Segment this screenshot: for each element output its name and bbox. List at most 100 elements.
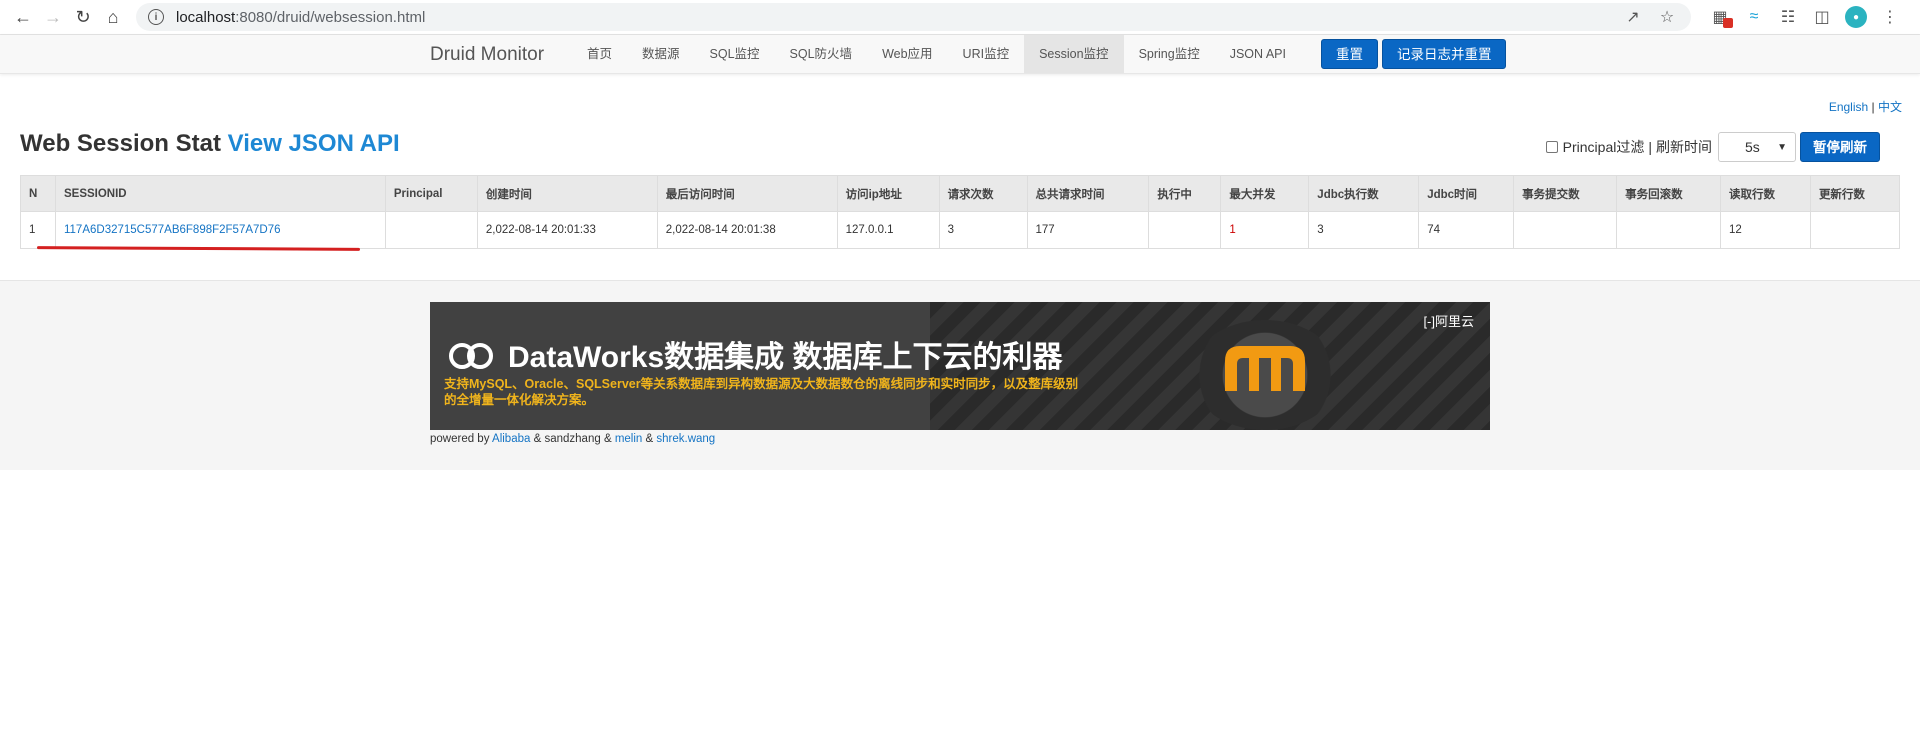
url-host: localhost [176,8,236,26]
lang-english-link[interactable]: English [1829,100,1868,114]
col-header[interactable]: 事务提交数 [1513,175,1618,212]
col-header[interactable]: N [20,175,56,212]
reload-icon[interactable]: ↻ [68,2,98,32]
col-header[interactable]: 请求次数 [938,175,1028,212]
banner-headline: DataWorks数据集成 数据库上下云的利器 [448,332,1063,376]
chevron-down-icon: ▼ [1777,141,1787,153]
col-header[interactable]: 最大并发 [1220,175,1310,212]
cell-running [1148,211,1222,249]
session-id-link[interactable]: 117A6D32715C577AB6F898F2F57A7D76 [64,224,281,236]
extensions-puzzle-icon[interactable]: ☷ [1777,6,1799,28]
powered-by-sep2: & [645,433,654,445]
side-panel-icon[interactable]: ◫ [1811,6,1833,28]
view-json-api-link[interactable]: View JSON API [228,130,400,157]
browser-toolbar: ← → ↻ ⌂ i localhost:8080/druid/websessio… [0,0,1920,35]
col-header[interactable]: 总共请求时间 [1026,175,1150,212]
nav-item-web-app[interactable]: Web应用 [867,35,947,73]
cell-jdbc-commit-count [1513,211,1618,249]
col-header[interactable]: 读取行数 [1720,175,1811,212]
banner-subtitle: 支持MySQL、Oracle、SQLServer等关系数据库到异构数据源及大数据… [444,377,1079,407]
cell-create-time: 2,022-08-14 20:01:33 [476,211,658,249]
col-header[interactable]: Jdbc时间 [1418,175,1515,212]
home-icon[interactable]: ⌂ [98,2,128,32]
cell-remote-ip: 127.0.0.1 [836,211,940,249]
refresh-interval-select[interactable]: 5s ▼ [1718,132,1796,162]
table-header-row: N SESSIONID Principal 创建时间 最后访问时间 访问ip地址… [20,175,1901,212]
col-header[interactable]: 更新行数 [1809,175,1901,212]
refresh-time-label: 刷新时间 [1656,139,1712,155]
pause-refresh-button[interactable]: 暂停刷新 [1800,132,1880,162]
cell-principal [384,211,478,249]
shrek-link[interactable]: shrek.wang [656,433,715,445]
nav-item-spring-monitor[interactable]: Spring监控 [1124,35,1215,73]
cell-n: 1 [20,211,56,249]
session-stat-table: N SESSIONID Principal 创建时间 最后访问时间 访问ip地址… [20,175,1901,249]
table-row: 1 117A6D32715C577AB6F898F2F57A7D76 2,022… [20,211,1901,249]
aliyun-logo: [-]阿里云 [1423,314,1474,329]
address-bar[interactable]: i localhost:8080/druid/websession.html ↗… [136,3,1691,31]
col-header[interactable]: 执行中 [1148,175,1222,212]
nav-item-datasource[interactable]: 数据源 [627,35,695,73]
url-text[interactable]: localhost:8080/druid/websession.html [176,9,1611,26]
cell-jdbc-time: 74 [1418,211,1515,249]
melin-link[interactable]: melin [615,433,642,445]
nav-item-uri-monitor[interactable]: URI监控 [948,35,1025,73]
col-header[interactable]: SESSIONID [54,175,386,212]
brand-title[interactable]: Druid Monitor [430,44,544,66]
wifi-extension-icon[interactable]: ≈ [1743,6,1765,28]
cell-last-access-time: 2,022-08-14 20:01:38 [656,211,838,249]
log-and-reset-button[interactable]: 记录日志并重置 [1381,39,1507,69]
nav-item-home[interactable]: 首页 [572,35,627,73]
col-header[interactable]: 访问ip地址 [836,175,940,212]
principal-filter-label: Principal过滤 [1562,139,1645,155]
nav-item-session-monitor[interactable]: Session监控 [1024,35,1124,73]
profile-avatar[interactable]: ● [1845,6,1867,28]
cell-request-count: 3 [938,211,1028,249]
dataworks-logo-icon [449,343,493,369]
col-header[interactable]: Jdbc执行数 [1308,175,1420,212]
menu-kebab-icon[interactable]: ⋮ [1879,6,1901,28]
url-path: :8080/druid/websession.html [235,8,426,26]
nav-item-sql-firewall[interactable]: SQL防火墙 [775,35,868,73]
red-annotation-underline [36,246,361,251]
refresh-controls: Principal过滤 | 刷新时间 5s ▼ 暂停刷新 [1545,132,1880,162]
alibaba-link[interactable]: Alibaba [492,433,530,445]
principal-filter-checkbox[interactable] [1545,141,1558,153]
col-header[interactable]: Principal [384,175,478,212]
page-title-text: Web Session Stat [20,130,221,157]
share-icon[interactable]: ↗ [1621,5,1645,29]
dataworks-ad-banner[interactable]: [-]阿里云 DataWorks数据集成 数据库上下云的利器 支持MySQL、O… [430,302,1490,430]
forward-arrow-icon[interactable]: → [38,2,68,32]
page-title: Web Session Stat View JSON API [20,130,400,158]
cell-request-time: 177 [1026,211,1150,249]
cell-jdbc-fetch-rows: 12 [1720,211,1811,249]
powered-by: powered by Alibaba & sandzhang & melin &… [430,433,715,445]
footer: [-]阿里云 DataWorks数据集成 数据库上下云的利器 支持MySQL、O… [0,280,1920,470]
lang-chinese-link[interactable]: 中文 [1878,100,1902,114]
cell-concurrent-max: 1 [1220,211,1310,249]
powered-by-label: powered by [430,433,490,445]
site-info-icon[interactable]: i [148,9,164,25]
bookmark-star-icon[interactable]: ☆ [1655,5,1679,29]
druid-navbar: Druid Monitor 首页 数据源 SQL监控 SQL防火墙 Web应用 … [0,35,1920,74]
col-header[interactable]: 最后访问时间 [656,175,838,212]
nav-item-json-api[interactable]: JSON API [1215,35,1301,73]
lang-separator: | [1871,100,1875,114]
extension-badge-icon[interactable]: ▦ [1709,6,1733,28]
powered-by-sep1: & sandzhang & [533,433,612,445]
col-header[interactable]: 事务回滚数 [1616,175,1721,212]
language-switch: English | 中文 [1829,98,1902,115]
cell-jdbc-execute-count: 3 [1308,211,1420,249]
cell-jdbc-update-rows [1809,211,1901,249]
orange-m-logo-icon [1225,346,1305,391]
nav-menu: 首页 数据源 SQL监控 SQL防火墙 Web应用 URI监控 Session监… [572,35,1507,73]
refresh-interval-value: 5s [1745,139,1760,155]
back-arrow-icon[interactable]: ← [8,2,38,32]
reset-button[interactable]: 重置 [1320,39,1378,69]
nav-item-sql-monitor[interactable]: SQL监控 [695,35,775,73]
controls-separator: | [1648,139,1652,155]
cell-jdbc-rollback-count [1616,211,1721,249]
col-header[interactable]: 创建时间 [476,175,658,212]
cell-sessionid: 117A6D32715C577AB6F898F2F57A7D76 [54,211,386,249]
banner-headline-text: DataWorks数据集成 数据库上下云的利器 [508,341,1063,374]
